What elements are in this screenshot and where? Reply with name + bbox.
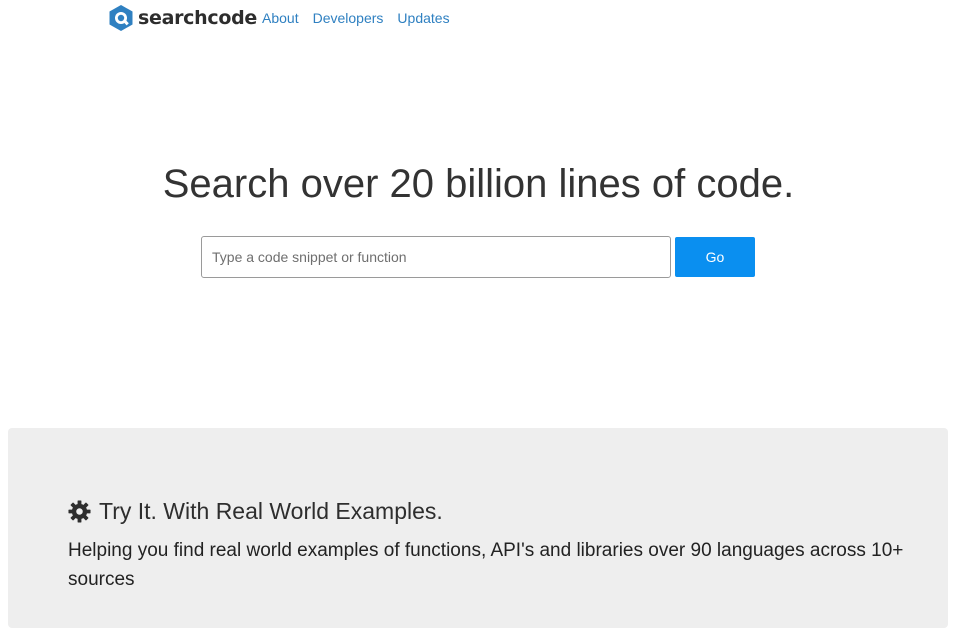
brand-home-link[interactable]: searchcode — [108, 4, 257, 32]
nav-item-updates: Updates — [397, 0, 449, 36]
nav-item-about: About — [262, 0, 299, 36]
searchcode-logo-icon — [109, 5, 133, 31]
nav-link-updates[interactable]: Updates — [397, 10, 449, 26]
nav-links: About Developers Updates — [262, 0, 464, 36]
hero-title: Search over 20 billion lines of code. — [162, 162, 795, 206]
examples-panel-description: Helping you find real world examples of … — [68, 540, 904, 590]
nav-item-developers: Developers — [313, 0, 384, 36]
search-input[interactable] — [201, 236, 671, 278]
go-button[interactable]: Go — [675, 237, 755, 277]
brand-name: searchcode — [138, 7, 257, 29]
examples-panel-heading: Try It. With Real World Examples. — [68, 496, 443, 526]
nav-link-about[interactable]: About — [262, 10, 299, 26]
examples-panel: Try It. With Real World Examples. Helpin… — [8, 428, 948, 628]
gear-icon — [68, 499, 91, 523]
nav-link-developers[interactable]: Developers — [313, 10, 384, 26]
examples-panel-title: Try It. With Real World Examples. — [99, 498, 443, 524]
top-navbar: searchcode About Developers Updates — [0, 0, 957, 36]
